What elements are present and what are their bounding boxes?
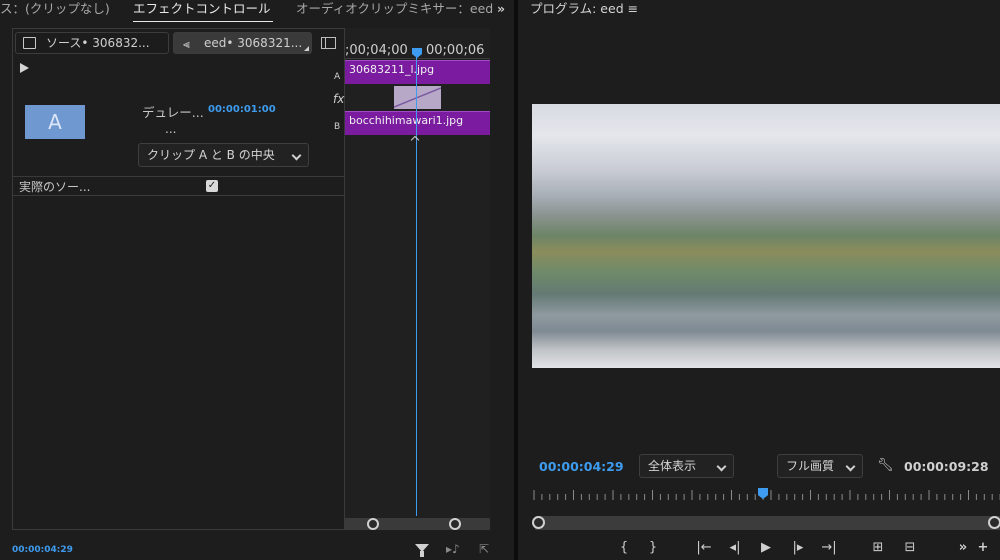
alignment-select[interactable]: クリップ A と B の中央 (138, 143, 309, 167)
ruler-time-2: 00;00;06 (426, 43, 485, 58)
track-label-a: A (334, 72, 341, 82)
zoom-handle-left[interactable] (367, 518, 379, 530)
program-video-frame[interactable] (532, 104, 1000, 368)
go-to-in-button[interactable]: |← (694, 540, 714, 555)
panel-divider[interactable] (514, 0, 518, 560)
export-icon[interactable]: ⇱ (479, 542, 489, 556)
play-transition-icon[interactable] (20, 63, 29, 73)
wrench-icon[interactable]: 🔧︎ (877, 458, 894, 473)
program-zoom-scrollbar[interactable] (532, 516, 1000, 530)
mark-out-button[interactable]: } (643, 540, 663, 555)
actual-source-checkbox[interactable]: ✓ (206, 180, 218, 192)
ruler-baseline (345, 58, 490, 59)
step-forward-button[interactable]: |▸ (788, 540, 808, 555)
actual-source-label: 実際のソー... (19, 180, 91, 194)
ellipsis-text: ... (165, 122, 177, 136)
corner-triangle-icon (304, 46, 309, 51)
zoom-handle-left[interactable] (532, 516, 545, 529)
play-button[interactable]: ▶ (756, 540, 776, 555)
tab-audio-clip-mixer[interactable]: オーディオクリップミキサー：eed (296, 0, 493, 22)
filter-icon-stem (420, 551, 424, 557)
tab-effect-controls[interactable]: エフェクトコントロール ≡ (133, 0, 273, 22)
clip-b[interactable]: bocchihimawari1.jpg (345, 111, 490, 135)
overwrite-button[interactable]: ⊟ (900, 540, 920, 555)
property-row-divider (13, 195, 345, 196)
transition-block[interactable] (394, 86, 441, 109)
panel-layout-icon[interactable] (321, 37, 336, 49)
clip-a[interactable]: 30683211_l.jpg (345, 60, 490, 84)
property-row-divider (13, 176, 345, 177)
playhead-line (416, 56, 417, 516)
audio-play-icon[interactable]: ▸♪ (446, 542, 460, 556)
mark-in-button[interactable]: { (614, 540, 634, 555)
source-clip-selector[interactable]: ソース• 306832... (15, 32, 169, 54)
chevron-down-icon (845, 461, 856, 472)
program-current-time[interactable]: 00:00:04:29 (539, 459, 624, 474)
duration-value[interactable]: 00:00:01:00 (208, 104, 276, 115)
zoom-handle-right[interactable] (988, 516, 1000, 529)
go-to-out-button[interactable]: →| (819, 540, 839, 555)
sequence-icon: ⫷ (183, 37, 190, 51)
tabs-overflow-button[interactable]: » (497, 0, 505, 22)
playback-resolution-select[interactable]: フル画質 (777, 454, 863, 478)
program-duration: 00:00:09:28 (904, 459, 989, 474)
duration-label: デュレー... (142, 105, 204, 120)
more-controls-button[interactable]: » (953, 540, 973, 555)
add-button-icon[interactable]: + (973, 540, 993, 555)
transition-diagonal-icon (394, 87, 441, 108)
ruler-time-1: ;00;04;00 (345, 43, 408, 58)
chevron-down-icon (716, 461, 727, 472)
zoom-handle-right[interactable] (449, 518, 461, 530)
zoom-level-select[interactable]: 全体表示 (639, 454, 734, 478)
fx-icon: fx (333, 92, 345, 106)
film-icon (23, 37, 36, 49)
sequence-clip-selector[interactable]: ⫷ eed• 3068321... (173, 32, 312, 54)
insert-button[interactable]: ⊞ (868, 540, 888, 555)
tab-program-monitor[interactable]: プログラム: eed ≡ (530, 0, 638, 22)
timeline-zoom-scrollbar[interactable] (345, 518, 490, 530)
tab-source[interactable]: ス：(クリップなし) (0, 0, 110, 22)
effect-controls-timecode[interactable]: 00:00:04:29 (12, 545, 73, 555)
track-label-b: B (334, 122, 341, 132)
step-back-button[interactable]: ◂| (725, 540, 745, 555)
transition-preview-thumbnail: A (25, 105, 85, 139)
chevron-down-icon (291, 150, 302, 161)
